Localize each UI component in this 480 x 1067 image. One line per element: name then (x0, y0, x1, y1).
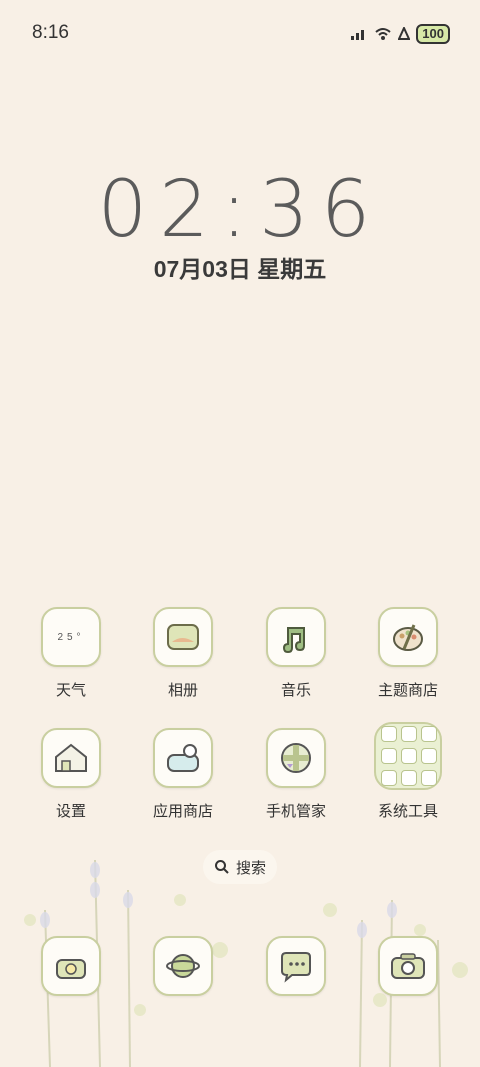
app-label: 手机管家 (265, 803, 326, 820)
app-store-icon (153, 728, 213, 788)
wifi-icon (375, 28, 391, 40)
gallery-icon (153, 607, 213, 667)
app-label: 相册 (167, 682, 198, 699)
status-time: 8:16 (32, 22, 69, 43)
music-icon (266, 607, 326, 667)
battery-indicator: 100 (416, 24, 450, 44)
search-button[interactable]: 搜索 (203, 850, 277, 884)
search-label: 搜索 (235, 859, 266, 877)
status-icons: 100 (350, 24, 450, 44)
app-gallery[interactable]: 相册 (133, 607, 233, 700)
browser-icon (153, 936, 213, 996)
app-label: 应用商店 (152, 803, 213, 820)
app-phone-manager[interactable]: 手机管家 (246, 728, 346, 821)
phone-icon (41, 936, 101, 996)
alarm-icon (398, 27, 411, 40)
signal-bars-icon (351, 30, 365, 40)
messages-icon (266, 936, 326, 996)
system-tools-folder-icon (374, 722, 442, 790)
phone-manager-icon (266, 728, 326, 788)
app-app-store[interactable]: 应用商店 (133, 728, 233, 821)
camera-icon (378, 936, 438, 996)
app-system-tools[interactable]: 系统工具 (354, 722, 462, 821)
lockscreen-clock: 02:36 (97, 165, 383, 255)
search-icon (214, 860, 229, 874)
app-label: 系统工具 (377, 803, 438, 820)
dock-messages[interactable] (246, 936, 346, 996)
app-music[interactable]: 音乐 (246, 607, 346, 700)
app-label: 设置 (55, 803, 86, 820)
dock-camera[interactable] (358, 936, 458, 996)
app-weather[interactable]: 25° 天气 (21, 607, 121, 700)
app-theme-store[interactable]: 主题商店 (358, 607, 458, 700)
lockscreen-date: 07月03日 星期五 (153, 256, 327, 282)
status-bar: 8:16 100 (0, 0, 480, 66)
settings-icon (41, 728, 101, 788)
dock-browser[interactable] (133, 936, 233, 996)
app-label: 音乐 (280, 682, 311, 699)
app-settings[interactable]: 设置 (21, 728, 121, 821)
theme-store-icon (378, 607, 438, 667)
weather-temp: 25° (57, 631, 85, 643)
weather-icon: 25° (41, 607, 101, 667)
app-label: 主题商店 (377, 682, 438, 699)
app-label: 天气 (55, 682, 86, 699)
dock-phone[interactable] (21, 936, 121, 996)
